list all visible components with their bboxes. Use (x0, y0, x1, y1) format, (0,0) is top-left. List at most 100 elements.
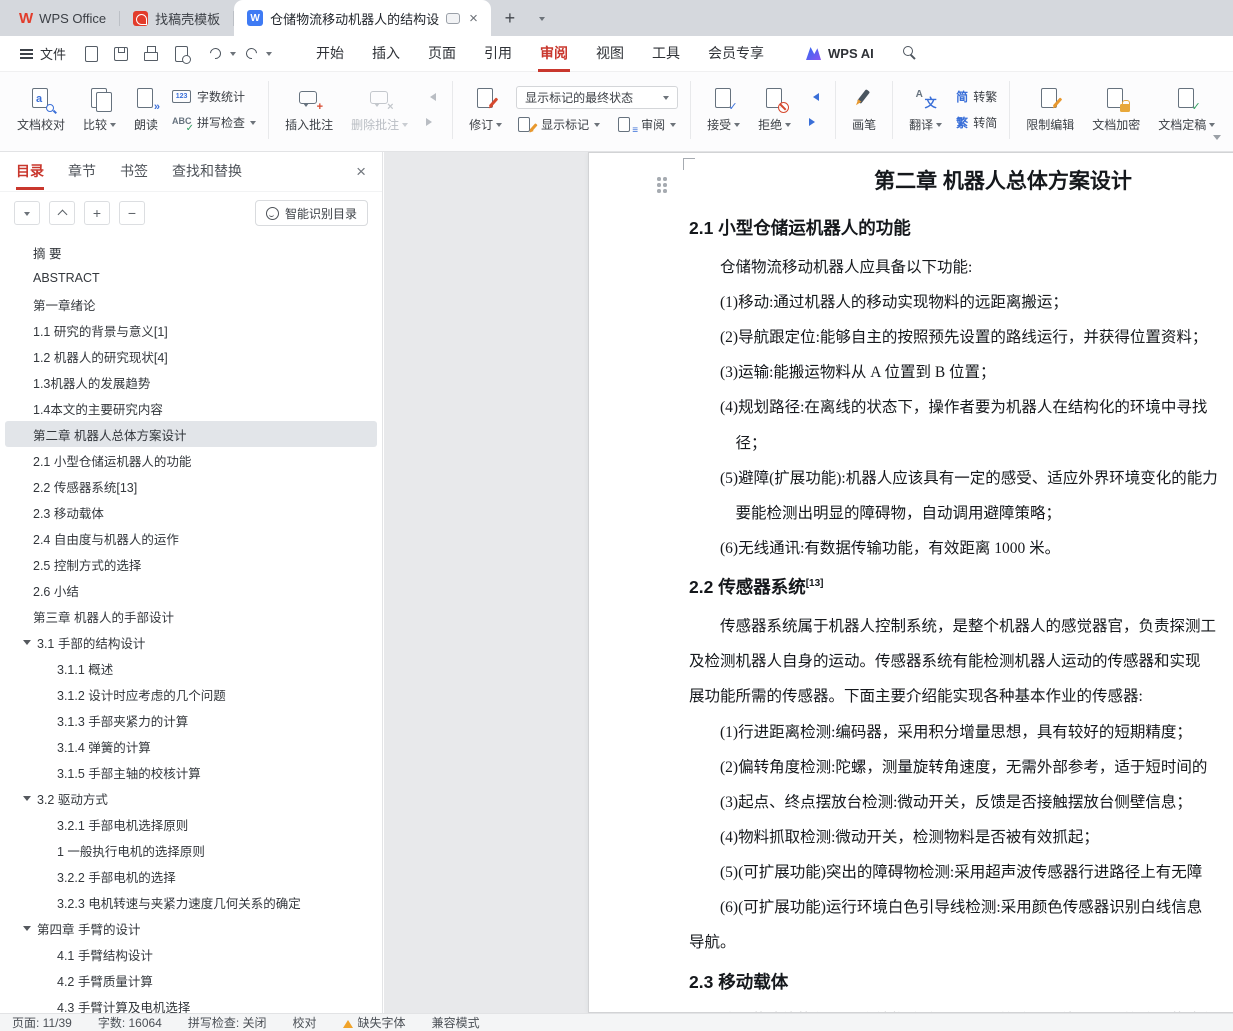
document-line[interactable]: (3)运输:能搬运物料从 A 位置到 B 位置； (689, 353, 1233, 388)
next-change-button[interactable] (805, 114, 823, 130)
toc-item[interactable]: 1 一般执行电机的选择原则 (5, 837, 377, 863)
menu-tab[interactable]: 工具 (638, 36, 694, 72)
wps-ai-button[interactable]: WPS AI (806, 46, 874, 61)
toc-item[interactable]: 第三章 机器人的手部设计 (5, 603, 377, 629)
toc-item[interactable]: 第二章 机器人总体方案设计 (5, 421, 377, 447)
chevron-down-icon[interactable] (23, 639, 31, 649)
document-line[interactable]: (1)行进距离检测:编码器，采用积分增量思想，具有较好的短期精度； (689, 713, 1233, 748)
translate-button[interactable]: A文 翻译 (900, 84, 951, 136)
tab-list-button[interactable] (529, 5, 555, 31)
document-line[interactable]: 2.1 小型仓储运机器人的功能 (689, 205, 1233, 248)
track-changes-button[interactable]: 修订 (460, 84, 511, 136)
toc-item[interactable]: 1.1 研究的背景与意义[1] (5, 317, 377, 343)
toc-item[interactable]: 第一章绪论 (5, 291, 377, 317)
previous-comment-button[interactable] (422, 89, 440, 105)
toc-item[interactable]: 3.2 驱动方式 (5, 785, 377, 811)
document-line[interactable]: 第二章 机器人总体方案设计 (689, 155, 1233, 205)
sidebar-tab-sections[interactable]: 章节 (68, 152, 96, 192)
toc-item[interactable]: 2.4 自由度与机器人的运作 (5, 525, 377, 551)
toc-item[interactable]: 1.2 机器人的研究现状[4] (5, 343, 377, 369)
toc-item[interactable]: 2.2 传感器系统[13] (5, 473, 377, 499)
accept-change-button[interactable]: ✓ 接受 (698, 84, 749, 136)
toc-item[interactable]: ABSTRACT (5, 265, 377, 291)
document-line[interactable]: 径； (689, 424, 1233, 459)
document-line[interactable]: (5)(可扩展功能)突出的障碍物检测:采用超声波传感器行进路径上有无障 (689, 853, 1233, 888)
toc-item[interactable]: 第四章 手臂的设计 (5, 915, 377, 941)
document-line[interactable]: (2)导航跟定位:能够自主的按照预先设置的路线运行，并获得位置资料； (689, 318, 1233, 353)
menu-tab[interactable]: 开始 (302, 36, 358, 72)
document-page[interactable]: 第二章 机器人总体方案设计 2.1 小型仓储运机器人的功能 仓储物流移动机器人应… (588, 152, 1233, 1013)
next-comment-button[interactable] (422, 114, 440, 130)
print-button[interactable] (139, 42, 163, 66)
close-sidebar-icon[interactable]: × (356, 163, 366, 180)
toc-item[interactable]: 4.2 手臂质量计算 (5, 967, 377, 993)
toc-item[interactable]: 3.1.5 手部主轴的校核计算 (5, 759, 377, 785)
toc-item[interactable]: 1.4本文的主要研究内容 (5, 395, 377, 421)
toc-item[interactable]: 3.2.3 电机转速与夹紧力速度几何关系的确定 (5, 889, 377, 915)
document-line[interactable]: 仓储物流移动机器人应具备以下功能: (689, 248, 1233, 283)
document-line[interactable]: 移动载体能执行小型仓储物流移动机器人的移动功能。常见的移动载体有 (689, 1001, 1233, 1012)
tab-docer-template[interactable]: 找稿壳模板 (120, 0, 233, 36)
toc-level-select[interactable] (14, 201, 40, 225)
toc-item[interactable]: 2.1 小型仓储运机器人的功能 (5, 447, 377, 473)
redo-button[interactable] (239, 42, 263, 66)
compare-button[interactable]: 比较 (74, 84, 125, 136)
proofread-indicator[interactable]: 校对 (293, 1014, 317, 1031)
document-line[interactable]: 要能检测出明显的障碍物，自动调用避障策略； (689, 494, 1233, 529)
toc-item[interactable]: 2.3 移动载体 (5, 499, 377, 525)
word-count-button[interactable]: 123 字数统计 (172, 88, 256, 105)
search-button[interactable] (898, 42, 922, 66)
toc-expand-all-button[interactable]: + (84, 201, 110, 225)
toc-item[interactable]: 1.3机器人的发展趋势 (5, 369, 377, 395)
compatibility-mode-indicator[interactable]: 兼容模式 (432, 1014, 480, 1031)
traditional-to-simplified-button[interactable]: 繁 转简 (956, 114, 997, 131)
close-tab-icon[interactable]: × (469, 11, 478, 26)
toc-item[interactable]: 2.5 控制方式的选择 (5, 551, 377, 577)
document-line[interactable]: (6)无线通讯:有数据传输功能，有效距离 1000 米。 (689, 529, 1233, 564)
sidebar-tab-bookmarks[interactable]: 书签 (120, 152, 148, 192)
document-line[interactable]: (5)避障(扩展功能):机器人应该具有一定的感受、适应外界环境变化的能力 (689, 459, 1233, 494)
toc-item[interactable]: 2.6 小结 (5, 577, 377, 603)
restrict-editing-button[interactable]: 限制编辑 (1017, 84, 1083, 136)
toc-item[interactable]: 3.1.4 弹簧的计算 (5, 733, 377, 759)
toc-item[interactable]: 3.2.2 手部电机的选择 (5, 863, 377, 889)
spell-check-button[interactable]: ABC ✓ 拼写检查 (172, 114, 257, 134)
toc-item[interactable]: 4.1 手臂结构设计 (5, 941, 377, 967)
simplified-to-traditional-button[interactable]: 简 转繁 (956, 88, 997, 105)
undo-button[interactable] (203, 42, 227, 66)
insert-comment-button[interactable]: + 插入批注 (276, 84, 342, 136)
sidebar-tab-toc[interactable]: 目录 (16, 152, 44, 192)
new-document-button[interactable] (79, 42, 103, 66)
previous-change-button[interactable] (805, 89, 823, 105)
doc-proofread-button[interactable]: a 文档校对 (8, 84, 74, 136)
toc-item[interactable]: 3.2.1 手部电机选择原则 (5, 811, 377, 837)
toc-item[interactable]: 4.3 手臂计算及电机选择 (5, 993, 377, 1014)
toc-item[interactable]: 3.1.2 设计时应考虑的几个问题 (5, 681, 377, 707)
delete-comment-button[interactable]: × 删除批注 (342, 84, 417, 136)
save-button[interactable] (109, 42, 133, 66)
toc-item[interactable]: 摘 要 (5, 239, 377, 265)
file-menu-button[interactable]: 文件 (10, 40, 76, 68)
document-line[interactable]: 展功能所需的传感器。下面主要介绍能实现各种基本作业的传感器: (689, 677, 1233, 712)
reject-change-button[interactable]: 拒绝 (749, 84, 800, 136)
chevron-down-icon[interactable] (23, 795, 31, 805)
missing-font-warning[interactable]: 缺失字体 (342, 1014, 406, 1031)
document-line[interactable]: 及检测机器人自身的运动。传感器系统有能检测机器人运动的传感器和实现 (689, 642, 1233, 677)
toc-item[interactable]: 3.1.1 概述 (5, 655, 377, 681)
toc-item[interactable]: 3.1 手部的结构设计 (5, 629, 377, 655)
ink-pen-button[interactable]: 画笔 (843, 84, 885, 136)
read-aloud-button[interactable]: » 朗读 (125, 84, 167, 136)
sidebar-tab-find-replace[interactable]: 查找和替换 (172, 152, 242, 192)
chevron-down-icon[interactable] (23, 925, 31, 935)
menu-tab[interactable]: 引用 (470, 36, 526, 72)
menu-tab[interactable]: 会员专享 (694, 36, 778, 72)
print-preview-button[interactable] (169, 42, 193, 66)
encrypt-document-button[interactable]: 文档加密 (1083, 84, 1149, 136)
document-line[interactable]: (3)起点、终点摆放台检测:微动开关，反馈是否接触摆放台侧壁信息； (689, 783, 1233, 818)
smart-toc-button[interactable]: 智能识别目录 (254, 200, 368, 226)
menu-tab[interactable]: 审阅 (526, 36, 582, 72)
menu-tab[interactable]: 页面 (414, 36, 470, 72)
menu-tab[interactable]: 视图 (582, 36, 638, 72)
toc-collapse-button[interactable] (49, 201, 75, 225)
show-markup-button[interactable]: 显示标记 (516, 116, 601, 133)
